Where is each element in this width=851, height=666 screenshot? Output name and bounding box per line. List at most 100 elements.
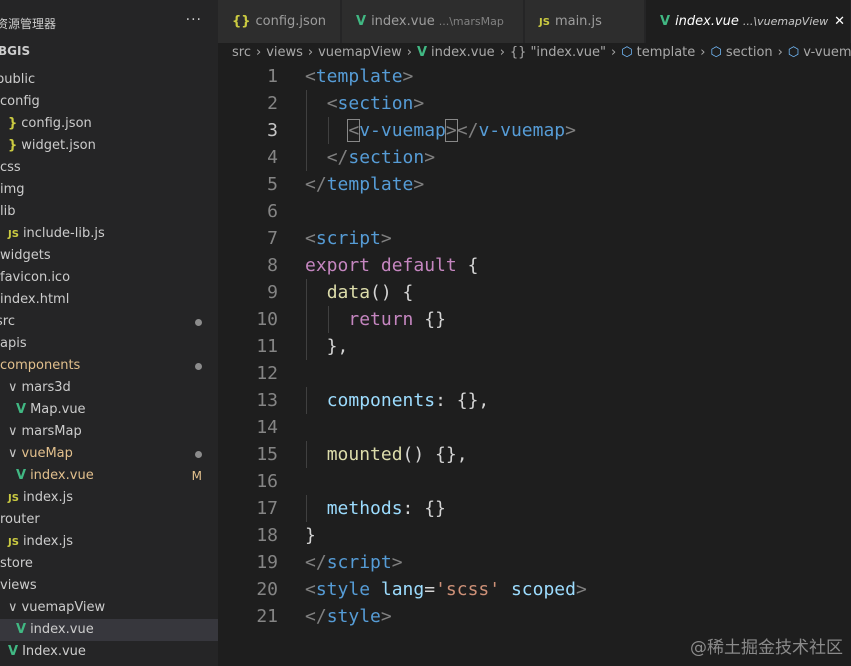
code-token: {} xyxy=(413,309,446,330)
code-token: template xyxy=(315,66,403,87)
code-text: <style lang='scss' scoped> xyxy=(305,576,587,603)
chevron-right-icon: › xyxy=(700,45,706,60)
code-line[interactable]: 14 xyxy=(218,414,851,441)
breadcrumb-item[interactable]: ⬡v-vuemap xyxy=(788,45,851,60)
editor-tab[interactable]: {} config.json xyxy=(218,0,341,43)
code-token: () { xyxy=(370,282,414,303)
tree-item-label: src xyxy=(0,314,15,329)
tree-item[interactable]: JS include-lib.js xyxy=(0,223,218,245)
tree-item[interactable]: store xyxy=(0,553,218,575)
line-number: 5 xyxy=(267,174,278,195)
tab-label: index.vue xyxy=(371,14,435,29)
tree-item-label: router xyxy=(0,512,40,527)
tree-item[interactable]: Vindex.vue M xyxy=(0,465,218,487)
tree-item[interactable]: src xyxy=(0,311,218,333)
code-line[interactable]: 2 <section> xyxy=(218,90,851,117)
breadcrumb-item[interactable]: ⬡ template xyxy=(621,45,695,60)
code-token: < xyxy=(326,93,338,114)
code-token: : {} xyxy=(402,498,446,519)
line-number: 14 xyxy=(256,417,278,438)
tree-item-label: vueMap xyxy=(21,446,73,461)
tree-item[interactable]: JS index.js xyxy=(0,531,218,553)
tree-item[interactable]: widgets xyxy=(0,245,218,267)
tree-item[interactable]: public xyxy=(0,69,218,91)
tree-item[interactable]: ∨ mars3d xyxy=(0,377,218,399)
tree-item[interactable]: router xyxy=(0,509,218,531)
chevron-right-icon: › xyxy=(406,45,412,60)
breadcrumb-item[interactable]: vuemapView xyxy=(318,45,402,60)
code-token: section xyxy=(337,93,414,114)
tree-item[interactable]: config xyxy=(0,91,218,113)
code-text: </style> xyxy=(305,603,392,630)
code-line[interactable]: 7 <script> xyxy=(218,225,851,252)
code-line[interactable]: 8 export default { xyxy=(218,252,851,279)
code-token: > xyxy=(402,66,414,87)
tree-item[interactable]: ∨ vuemapView xyxy=(0,597,218,619)
line-number: 15 xyxy=(256,444,278,465)
breadcrumb-item[interactable]: Vindex.vue xyxy=(417,45,495,60)
code-line[interactable]: 17 methods: {} xyxy=(218,495,851,522)
tree-item-label: apis xyxy=(0,336,27,351)
chevron-down-icon: ∨ xyxy=(8,424,18,439)
code-line[interactable]: 12 xyxy=(218,360,851,387)
code-editor[interactable]: 1 <template> 2 <section> 3 <v-vuemap></v-vu… xyxy=(218,63,851,666)
tree-item[interactable]: V Map.vue xyxy=(0,399,218,421)
code-line[interactable]: 16 xyxy=(218,468,851,495)
project-name[interactable]: BGIS xyxy=(0,44,30,58)
editor-tab[interactable]: Vindex.vue ...\marsMap xyxy=(342,0,524,43)
tree-item[interactable]: apis xyxy=(0,333,218,355)
code-text: return {} xyxy=(305,306,446,333)
tree-item-label: favicon.ico xyxy=(0,270,71,285)
breadcrumb-item[interactable]: views xyxy=(266,45,303,60)
code-line[interactable]: 11 }, xyxy=(218,333,851,360)
tree-item-label: include-lib.js xyxy=(22,226,105,241)
code-line[interactable]: 19 </script> xyxy=(218,549,851,576)
breadcrumb-item[interactable]: ⬡ section xyxy=(710,45,772,60)
explorer-sidebar: 资源管理器 ··· BGIS public config} config.json}… xyxy=(0,0,218,666)
tree-item[interactable]: } widget.json xyxy=(0,135,218,157)
tree-item[interactable]: lib xyxy=(0,201,218,223)
more-actions-icon[interactable]: ··· xyxy=(186,12,202,28)
code-line[interactable]: 21 </style> xyxy=(218,603,851,630)
tree-item[interactable]: } config.json xyxy=(0,113,218,135)
breadcrumb-item[interactable]: {} "index.vue" xyxy=(510,45,606,60)
code-line[interactable]: 15 mounted() {}, xyxy=(218,441,851,468)
line-number: 13 xyxy=(256,390,278,411)
tree-item[interactable]: views xyxy=(0,575,218,597)
code-line[interactable]: 6 xyxy=(218,198,851,225)
tree-item[interactable]: Vindex.vue xyxy=(0,619,218,641)
code-text: <script> xyxy=(305,225,392,252)
tree-item[interactable]: index.html xyxy=(0,289,218,311)
code-line[interactable]: 20 <style lang='scss' scoped> xyxy=(218,576,851,603)
code-text: </template> xyxy=(305,171,424,198)
code-line[interactable]: 1 <template> xyxy=(218,63,851,90)
editor-tab[interactable]: Vindex.vue ...\vuemapView ✕ xyxy=(646,0,851,43)
tree-item[interactable]: JS index.js xyxy=(0,487,218,509)
code-line[interactable]: 13 components: {}, xyxy=(218,387,851,414)
tree-item[interactable]: components xyxy=(0,355,218,377)
tree-item[interactable]: css xyxy=(0,157,218,179)
tree-item[interactable]: favicon.ico xyxy=(0,267,218,289)
code-line[interactable]: 10 return {} xyxy=(218,306,851,333)
code-token: components xyxy=(326,390,436,411)
code-token: script xyxy=(315,228,381,249)
code-line[interactable]: 5 </template> xyxy=(218,171,851,198)
tree-item[interactable]: V Index.vue xyxy=(0,641,218,663)
element-cube-icon: ⬡ xyxy=(710,45,722,60)
code-line[interactable]: 3 <v-vuemap></v-vuemap> xyxy=(218,117,851,144)
vue-file-icon: V xyxy=(416,45,428,60)
code-token: < xyxy=(305,228,316,249)
tree-item[interactable]: ∨ vueMap xyxy=(0,443,218,465)
code-text: export default { xyxy=(305,252,478,279)
editor-tab[interactable]: JS main.js xyxy=(525,0,645,43)
breadcrumb-item[interactable]: src xyxy=(232,45,251,60)
code-line[interactable]: 9 data() { xyxy=(218,279,851,306)
json-file-icon: } xyxy=(8,138,18,153)
code-line[interactable]: 18} xyxy=(218,522,851,549)
tree-item[interactable]: img xyxy=(0,179,218,201)
tree-item[interactable]: ∨ marsMap xyxy=(0,421,218,443)
vue-file-icon: V xyxy=(356,14,367,29)
code-line[interactable]: 4 </section> xyxy=(218,144,851,171)
close-icon[interactable]: ✕ xyxy=(834,14,845,29)
